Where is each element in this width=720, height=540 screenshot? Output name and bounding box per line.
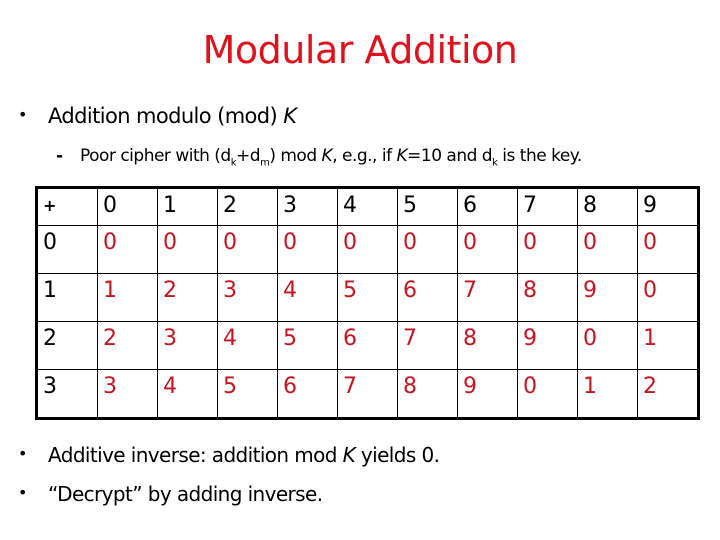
table-cell: 5 — [337, 273, 398, 322]
column-header: 1 — [157, 187, 218, 226]
bullet-text: Additive inverse: addition mod — [48, 443, 343, 467]
table-cell: 9 — [577, 273, 638, 322]
table-cell: 0 — [637, 273, 699, 322]
table-cell: 1 — [637, 321, 699, 370]
table-cell: 2 — [637, 369, 699, 419]
table-cell: 0 — [577, 321, 638, 370]
text-part: Poor cipher with (d — [80, 146, 231, 166]
column-header: 5 — [397, 187, 458, 226]
bullet-additive-inverse: • Additive inverse: addition mod K yields… — [18, 443, 440, 467]
table-row: 33456789012 — [36, 369, 699, 419]
text-part: is the key. — [497, 146, 582, 166]
table-cell: 7 — [397, 321, 458, 370]
table-cell: 6 — [277, 369, 338, 419]
sub-bullet-poor-cipher: - Poor cipher with (dk+dm) mod K, e.g., i… — [56, 146, 582, 168]
text-part: +d — [236, 146, 261, 166]
table-row: 11234567890 — [36, 273, 699, 322]
table-cell: 0 — [517, 225, 578, 274]
table-cell: 2 — [97, 321, 158, 370]
row-header: 3 — [36, 369, 98, 419]
table-header-row: +0 1 2 3 4 5 6 7 8 9 — [36, 187, 699, 226]
table-cell: 0 — [397, 225, 458, 274]
table-cell: 4 — [217, 321, 278, 370]
table-cell: 8 — [457, 321, 518, 370]
dash-icon: - — [56, 146, 63, 166]
column-header: 9 — [637, 187, 699, 226]
table-cell: 7 — [457, 273, 518, 322]
text-part: =10 and d — [407, 146, 493, 166]
column-header: 7 — [517, 187, 578, 226]
table-cell: 0 — [217, 225, 278, 274]
table-cell: 4 — [157, 369, 218, 419]
text-part: ) mod — [269, 146, 322, 166]
bullet-decrypt: • “Decrypt” by adding inverse. — [18, 482, 323, 506]
table-cell: 0 — [337, 225, 398, 274]
table-cell: 9 — [457, 369, 518, 419]
variable-k: K — [342, 443, 356, 467]
addition-table: +0 1 2 3 4 5 6 7 8 9 0 0 0 0 0 0 0 0 0 0 0 1 1 2 3 4 5 6 7 8 9 0 2 2 3 4 5 6 7… — [35, 186, 700, 420]
table-cell: 3 — [157, 321, 218, 370]
column-header: 8 — [577, 187, 638, 226]
row-header: 2 — [36, 321, 98, 370]
table-cell: 3 — [217, 273, 278, 322]
table-cell: 0 — [517, 369, 578, 419]
column-header: 2 — [217, 187, 278, 226]
bullet-text: yields 0. — [355, 443, 440, 467]
table-cell: 0 — [457, 225, 518, 274]
table-cell: 0 — [577, 225, 638, 274]
table-cell: 0 — [157, 225, 218, 274]
table-cell: 4 — [277, 273, 338, 322]
table-cell: 1 — [97, 273, 158, 322]
row-header: 0 — [36, 225, 98, 274]
table-cell: 1 — [577, 369, 638, 419]
table-cell: 0 — [637, 225, 699, 274]
table-row: 22345678901 — [36, 321, 699, 370]
bullet-dot-icon: • — [18, 444, 27, 463]
bullet-addition-modulo: • Addition modulo (mod) K — [18, 104, 297, 128]
column-header: 3 — [277, 187, 338, 226]
table-cell: 5 — [277, 321, 338, 370]
column-header: 6 — [457, 187, 518, 226]
table-cell: 6 — [397, 273, 458, 322]
table-cell: 0 — [277, 225, 338, 274]
bullet-text: “Decrypt” by adding inverse. — [48, 482, 323, 506]
table-cell: 2 — [157, 273, 218, 322]
bullet-dot-icon: • — [18, 105, 27, 124]
table-cell: 3 — [97, 369, 158, 419]
operator-cell: + — [36, 187, 98, 226]
bullet-dot-icon: • — [18, 483, 27, 502]
table-cell: 0 — [97, 225, 158, 274]
variable-k: K — [396, 146, 408, 166]
table-cell: 8 — [517, 273, 578, 322]
bullet-text: Addition modulo (mod) — [48, 104, 284, 128]
table-cell: 7 — [337, 369, 398, 419]
table-cell: 6 — [337, 321, 398, 370]
table-cell: 5 — [217, 369, 278, 419]
subscript: m — [260, 157, 270, 169]
variable-k: K — [321, 146, 333, 166]
column-header: 4 — [337, 187, 398, 226]
table-cell: 8 — [397, 369, 458, 419]
text-part: , e.g., if — [332, 146, 397, 166]
row-header: 1 — [36, 273, 98, 322]
variable-k: K — [283, 104, 297, 128]
column-header: 0 — [97, 187, 158, 226]
slide-title: Modular Addition — [202, 28, 518, 72]
table-row: 00000000000 — [36, 225, 699, 274]
table-cell: 9 — [517, 321, 578, 370]
